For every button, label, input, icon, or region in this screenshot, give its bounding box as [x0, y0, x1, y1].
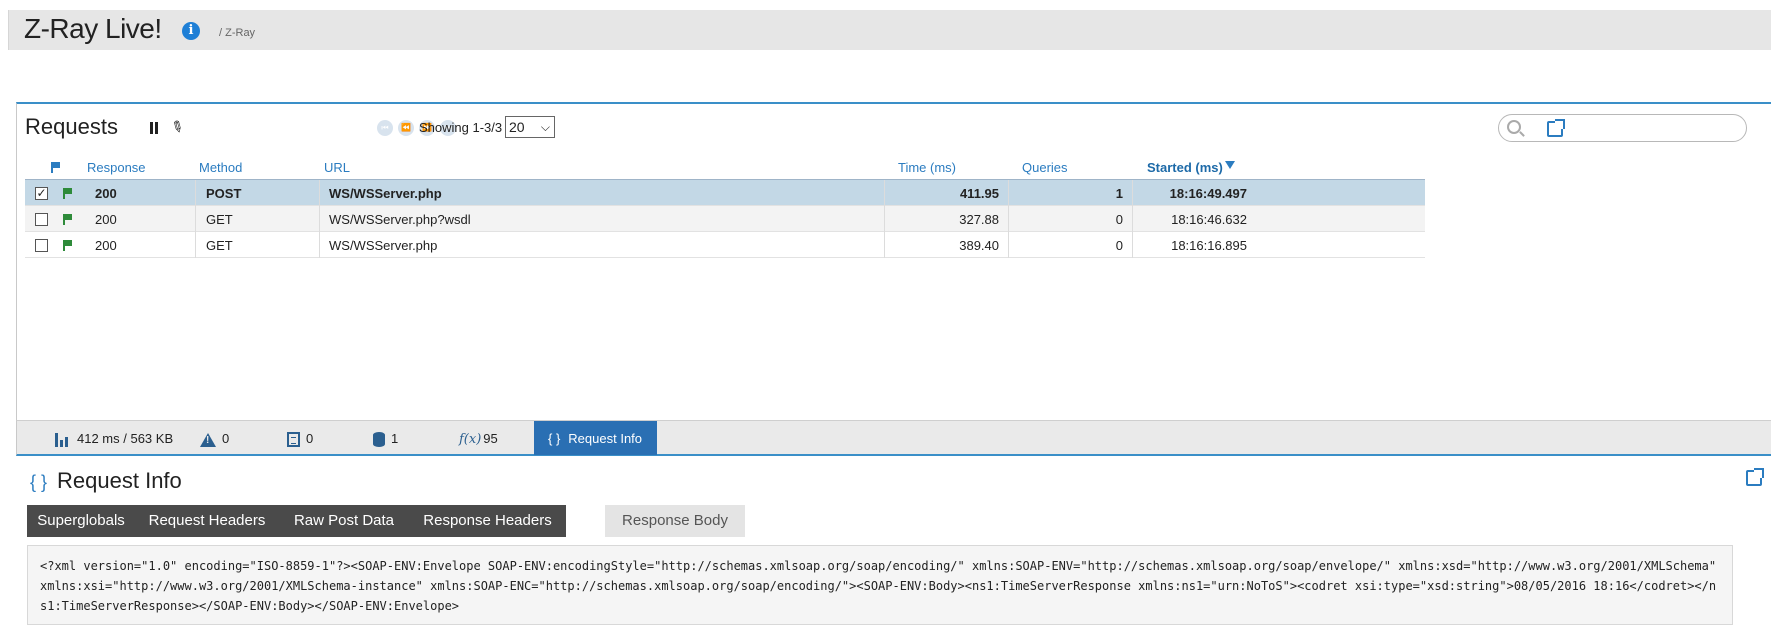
search-icon	[1507, 120, 1521, 134]
requests-table-body: ✓ 200 POST WS/WSServer.php 411.95 1 18:1…	[25, 180, 1425, 258]
cell-response: 200	[95, 186, 117, 201]
breadcrumb[interactable]: / Z-Ray	[219, 27, 255, 39]
col-started[interactable]: Started (ms)	[1147, 160, 1223, 175]
cell-queries: 0	[1115, 238, 1123, 253]
cell-method: GET	[206, 238, 233, 253]
cell-queries: 0	[1115, 212, 1123, 227]
logs-count: 0	[306, 431, 314, 446]
request-info-heading: { } Request Info	[30, 468, 182, 494]
first-page-icon[interactable]: ⏮	[377, 120, 393, 136]
info-icon[interactable]: i	[182, 22, 200, 40]
requests-title: Requests	[25, 114, 118, 139]
table-row[interactable]: 200 GET WS/WSServer.php?wsdl 327.88 0 18…	[25, 206, 1425, 232]
popout-icon[interactable]	[1746, 468, 1764, 486]
row-checkbox[interactable]	[35, 239, 48, 252]
requests-panel: Requests ✎ ⏮ ⏪ ⏩ ⏭ Showing 1-3/3 20 ⌵ Re…	[16, 102, 1771, 420]
sort-desc-icon[interactable]	[1225, 161, 1235, 169]
logs-tab[interactable]: 0	[287, 431, 314, 448]
col-method[interactable]: Method	[199, 160, 242, 175]
row-checkbox[interactable]	[35, 213, 48, 226]
pager-showing: Showing 1-3/3	[419, 120, 503, 135]
tab-response-body[interactable]: Response Body	[605, 505, 745, 537]
tab-response-headers[interactable]: Response Headers	[409, 505, 566, 537]
search-input[interactable]	[1498, 114, 1747, 142]
cell-started: 18:16:46.632	[1171, 212, 1247, 227]
cell-url: WS/WSServer.php	[329, 238, 438, 253]
prev-page-icon[interactable]: ⏪	[398, 120, 414, 136]
database-icon	[373, 432, 385, 448]
request-info-tab[interactable]: { } Request Info	[534, 421, 657, 455]
tab-request-headers[interactable]: Request Headers	[135, 505, 279, 537]
cell-time: 411.95	[959, 186, 999, 201]
flag-icon	[63, 213, 73, 228]
tab-superglobals[interactable]: Superglobals	[27, 505, 135, 537]
page-title: Z-Ray Live!	[24, 13, 162, 44]
flag-icon	[63, 187, 73, 202]
document-icon	[287, 432, 300, 448]
cell-response: 200	[95, 212, 117, 227]
warning-icon	[200, 432, 216, 447]
flag-column-header[interactable]	[51, 161, 61, 176]
errors-tab[interactable]: 0	[200, 431, 229, 447]
pause-icon[interactable]	[149, 122, 159, 134]
zray-toolbar: 412 ms / 563 KB 0 0 1 f(x)95 { } Request …	[16, 420, 1771, 456]
bar-chart-icon	[55, 432, 71, 447]
response-body-content: <?xml version="1.0" encoding="ISO-8859-1…	[27, 545, 1733, 625]
functions-tab[interactable]: f(x) 95	[459, 431, 498, 447]
queries-count: 1	[391, 431, 399, 446]
table-row[interactable]: ✓ 200 POST WS/WSServer.php 411.95 1 18:1…	[25, 180, 1425, 206]
chevron-down-icon: ⌵	[540, 120, 550, 134]
eraser-icon[interactable]: ✎	[167, 116, 187, 138]
row-checkbox[interactable]: ✓	[35, 187, 48, 200]
page-size-value: 20	[509, 119, 525, 135]
cell-started: 18:16:16.895	[1171, 238, 1247, 253]
tab-raw-post-data[interactable]: Raw Post Data	[279, 505, 409, 537]
timing-tab[interactable]: 412 ms / 563 KB	[55, 431, 173, 447]
table-row[interactable]: 200 GET WS/WSServer.php 389.40 0 18:16:1…	[25, 232, 1425, 258]
cell-url: WS/WSServer.php?wsdl	[329, 212, 471, 227]
cell-response: 200	[95, 238, 117, 253]
cell-time: 389.40	[959, 238, 999, 253]
cell-method: GET	[206, 212, 233, 227]
zray-app: Z-Ray Live! i / Z-Ray Requests ✎ ⏮ ⏪ ⏩ ⏭…	[0, 0, 1771, 631]
cell-time: 327.88	[959, 212, 999, 227]
cell-queries: 1	[1115, 186, 1123, 201]
timing-value: 412 ms / 563 KB	[77, 431, 174, 446]
flag-icon	[51, 162, 61, 173]
cell-started: 18:16:49.497	[1169, 186, 1247, 201]
queries-tab[interactable]: 1	[373, 431, 399, 448]
title-bar: Z-Ray Live! i / Z-Ray	[8, 10, 1771, 50]
col-url[interactable]: URL	[324, 160, 350, 175]
errors-count: 0	[222, 431, 230, 446]
request-info-tab-label: Request Info	[568, 431, 643, 446]
flag-icon	[63, 239, 73, 254]
cell-url: WS/WSServer.php	[329, 186, 442, 201]
col-response[interactable]: Response	[87, 160, 146, 175]
col-time[interactable]: Time (ms)	[898, 160, 956, 175]
functions-count: 95	[483, 431, 498, 446]
function-icon: f(x)	[459, 432, 482, 447]
cell-method: POST	[206, 186, 242, 201]
braces-icon: { }	[30, 472, 48, 492]
popout-icon[interactable]	[1547, 119, 1565, 137]
request-info-title: Request Info	[57, 468, 182, 493]
requests-table-header: Response Method URL Time (ms) Queries St…	[25, 154, 1425, 180]
page-size-select[interactable]: 20 ⌵	[505, 116, 555, 138]
braces-icon: { }	[548, 431, 561, 446]
col-queries[interactable]: Queries	[1022, 160, 1068, 175]
